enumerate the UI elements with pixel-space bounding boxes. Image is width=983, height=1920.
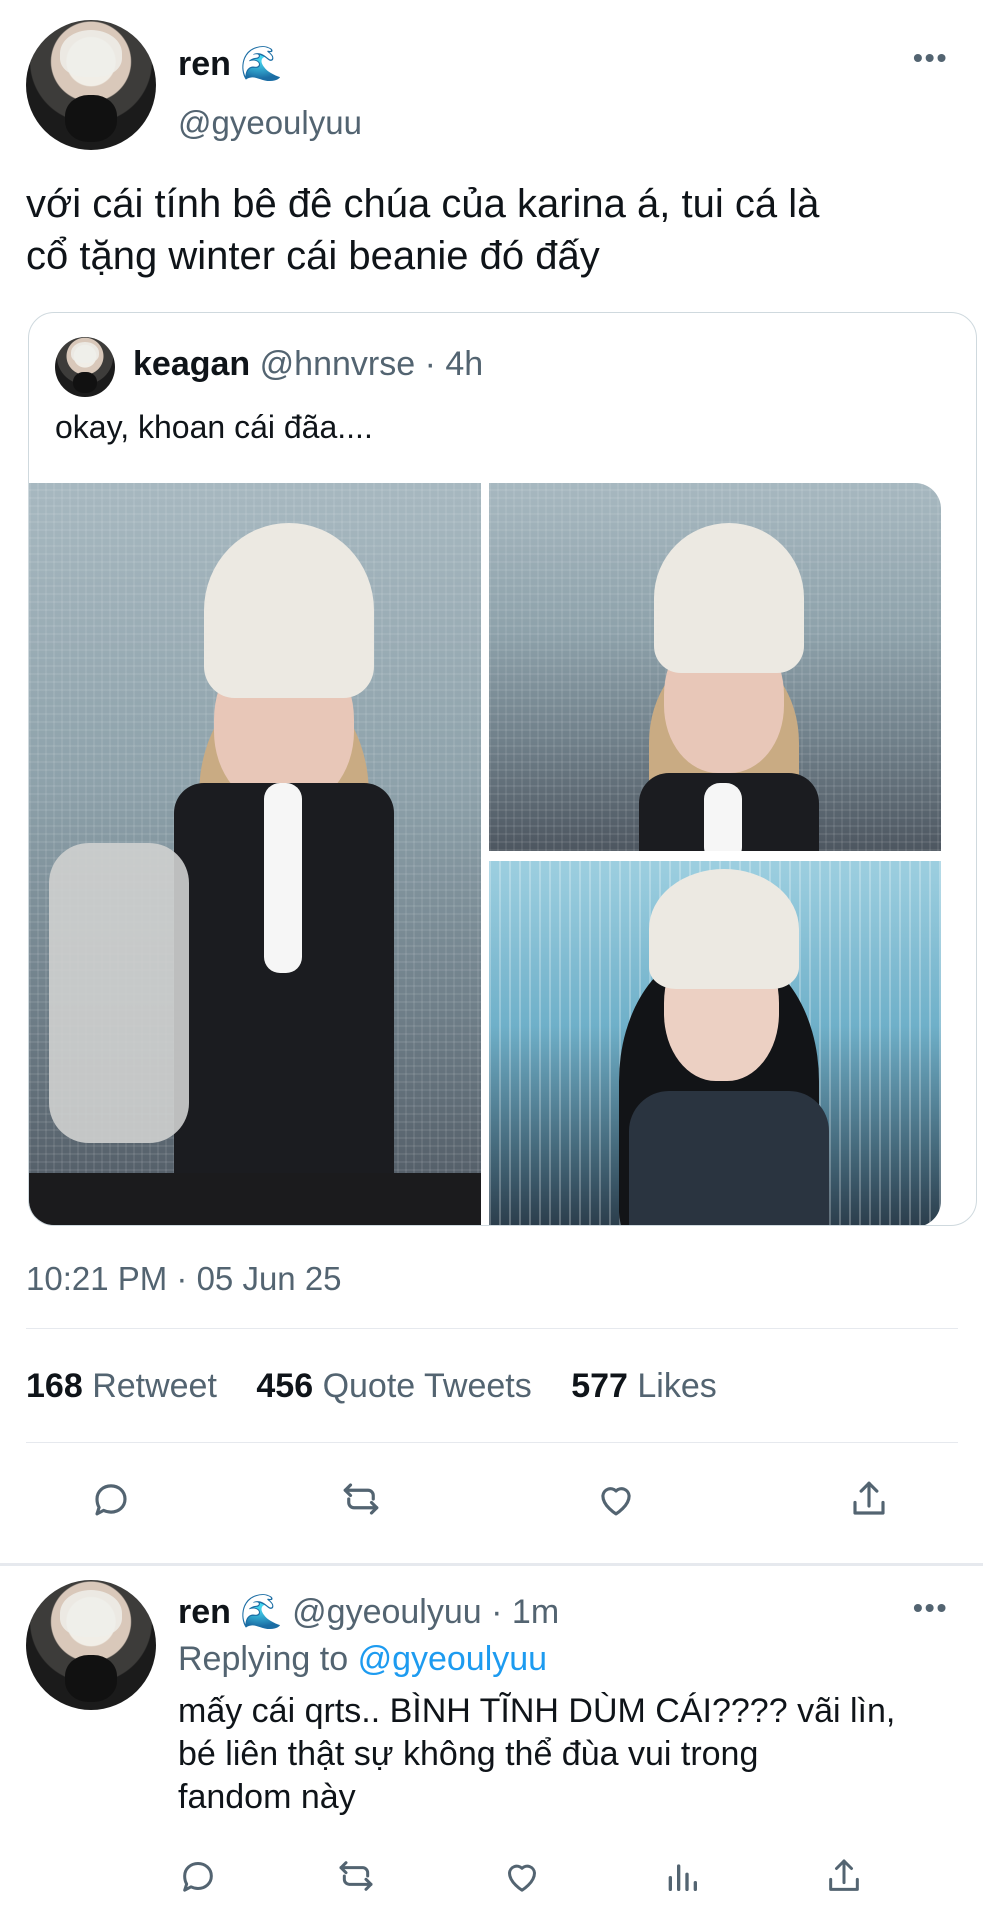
media-image-1[interactable] <box>29 483 481 1225</box>
quoted-author-handle: @hnnvrse <box>259 345 416 383</box>
retweet-icon[interactable] <box>336 1856 376 1896</box>
media-image-3[interactable] <box>489 861 941 1225</box>
section-divider <box>0 1563 983 1566</box>
author-avatar[interactable] <box>26 20 156 150</box>
stat-count: 577 <box>571 1367 628 1405</box>
reply-text-line: mấy cái qrts.. BÌNH TĨNH DÙM CÁI???? vãi… <box>178 1692 896 1730</box>
media-image-2[interactable] <box>489 483 941 851</box>
reply-icon[interactable] <box>90 1478 132 1520</box>
reply-text: mấy cái qrts.. BÌNH TĨNH DÙM CÁI???? vãi… <box>178 1690 958 1819</box>
tweet-text-line: với cái tính bê đê chúa của karina á, tu… <box>26 182 820 226</box>
quoted-author-avatar <box>55 337 115 397</box>
replying-to-prefix: Replying to <box>178 1640 349 1678</box>
quoted-author-name: keagan <box>133 345 251 383</box>
stats-row: 168 Retweet 456 Quote Tweets 577 Likes <box>26 1367 717 1406</box>
author-handle[interactable]: @gyeoulyuu <box>178 104 362 142</box>
like-icon[interactable] <box>502 1856 542 1896</box>
more-options-icon[interactable]: ••• <box>913 42 948 74</box>
reply-text-line: fandom này <box>178 1778 356 1816</box>
replying-to: Replying to @gyeoulyuu <box>178 1640 547 1679</box>
divider <box>26 1328 958 1329</box>
reply-header: ren 🌊 @gyeoulyuu · 1m <box>178 1592 559 1632</box>
quoted-separator: · <box>424 345 436 383</box>
like-icon[interactable] <box>595 1478 637 1520</box>
quoted-text: okay, khoan cái đãa.... <box>55 409 373 445</box>
analytics-icon[interactable] <box>662 1856 702 1896</box>
reply-separator: · <box>491 1593 503 1631</box>
stat-label: Retweet <box>92 1367 217 1405</box>
reply-author-avatar[interactable] <box>26 1580 156 1710</box>
stat-likes[interactable]: 577 Likes <box>571 1367 717 1405</box>
reply-action-bar <box>0 1856 983 1904</box>
tweet-text: với cái tính bê đê chúa của karina á, tu… <box>26 178 976 282</box>
tweet-text-line: cổ tặng winter cái beanie đó đấy <box>26 234 600 278</box>
tweet-timestamp[interactable]: 10:21 PM · 05 Jun 25 <box>26 1260 342 1298</box>
main-action-bar <box>0 1478 983 1538</box>
quoted-header: keagan @hnnvrse · 4h <box>133 345 483 384</box>
reply-time: 1m <box>511 1593 560 1631</box>
reply-text-line: bé liên thật sự không thể đùa vui trong <box>178 1735 759 1773</box>
author-name[interactable]: ren 🌊 <box>178 44 283 84</box>
quoted-tweet-card[interactable]: keagan @hnnvrse · 4h okay, khoan cái đãa… <box>28 312 977 1226</box>
stat-count: 456 <box>256 1367 314 1405</box>
quoted-media-grid[interactable] <box>29 483 941 1225</box>
share-icon[interactable] <box>824 1856 864 1896</box>
share-icon[interactable] <box>848 1478 890 1520</box>
stat-quote-tweets[interactable]: 456 Quote Tweets <box>256 1367 541 1405</box>
stat-retweets[interactable]: 168 Retweet <box>26 1367 226 1405</box>
divider <box>26 1442 958 1443</box>
retweet-icon[interactable] <box>340 1478 382 1520</box>
reply-more-options-icon[interactable]: ••• <box>913 1592 948 1624</box>
stat-count: 168 <box>26 1367 83 1405</box>
reply-icon[interactable] <box>178 1856 218 1896</box>
stat-label: Likes <box>637 1367 717 1405</box>
replying-to-link[interactable]: @gyeoulyuu <box>358 1640 548 1678</box>
reply-author-handle[interactable]: @gyeoulyuu <box>292 1593 482 1631</box>
quoted-time: 4h <box>445 345 484 383</box>
reply-author-name[interactable]: ren 🌊 <box>178 1593 283 1631</box>
stat-label: Quote Tweets <box>322 1367 532 1405</box>
